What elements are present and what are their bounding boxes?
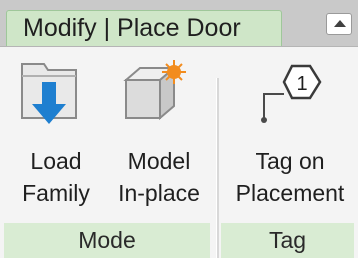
- tag-on-placement-button[interactable]: 1 Tag on Placement: [226, 58, 354, 222]
- panel-divider: [216, 78, 219, 258]
- tag-on-placement-label-line1: Tag on: [255, 148, 325, 174]
- panel-label-mode[interactable]: Mode: [4, 223, 210, 258]
- model-in-place-label-line2: In-place: [118, 180, 200, 206]
- load-family-label-line1: Load: [30, 148, 82, 174]
- load-family-icon: [21, 63, 77, 124]
- load-family-button[interactable]: Load Family: [8, 58, 104, 222]
- tag-icon-number: 1: [296, 73, 307, 95]
- tag-on-placement-label-line2: Placement: [235, 180, 345, 206]
- load-family-label-line2: Family: [22, 180, 90, 206]
- model-in-place-button[interactable]: Model In-place: [108, 58, 210, 222]
- ribbon-tab-bar: Modify | Place Door: [0, 0, 358, 46]
- ribbon-collapse-button[interactable]: [326, 13, 352, 35]
- model-in-place-label-line1: Model: [127, 148, 191, 174]
- model-in-place-icon: [123, 60, 186, 121]
- tab-modify-place-door[interactable]: Modify | Place Door: [6, 10, 282, 46]
- tag-icon: 1: [261, 64, 322, 123]
- chevron-up-icon: [334, 20, 346, 27]
- panel-label-tag[interactable]: Tag: [221, 223, 354, 258]
